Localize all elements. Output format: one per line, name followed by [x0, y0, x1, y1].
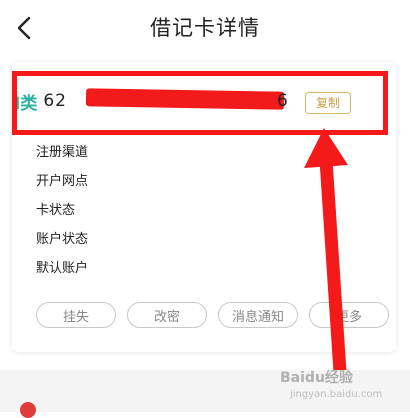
notification-button[interactable]: 消息通知 [218, 302, 298, 328]
card-info-list: 注册渠道 开户网点 卡状态 账户状态 默认账户 [36, 136, 88, 281]
watermark-text: Baidu经验 [280, 370, 353, 386]
change-password-button[interactable]: 改密 [127, 302, 207, 328]
info-row-card-status: 卡状态 [36, 203, 76, 218]
report-loss-button[interactable]: 挂失 [36, 302, 116, 328]
annotation-highlight-box [12, 71, 388, 135]
watermark: Baidu经验 [280, 367, 353, 387]
info-row-default-account: 默认账户 [36, 261, 89, 276]
page-title: 借记卡详情 [150, 16, 260, 40]
info-row-register-channel: 注册渠道 [36, 145, 89, 160]
info-row-branch: 开户网点 [36, 174, 89, 189]
top-bar: 借记卡详情 [0, 0, 410, 56]
more-button[interactable]: 更多 [309, 302, 389, 328]
card-actions: 挂失 改密 消息通知 更多 [36, 302, 389, 328]
bottom-item-icon [20, 402, 36, 418]
watermark-url: jingyan.baidu.com [290, 389, 383, 400]
info-row-account-status: 账户状态 [36, 232, 89, 247]
